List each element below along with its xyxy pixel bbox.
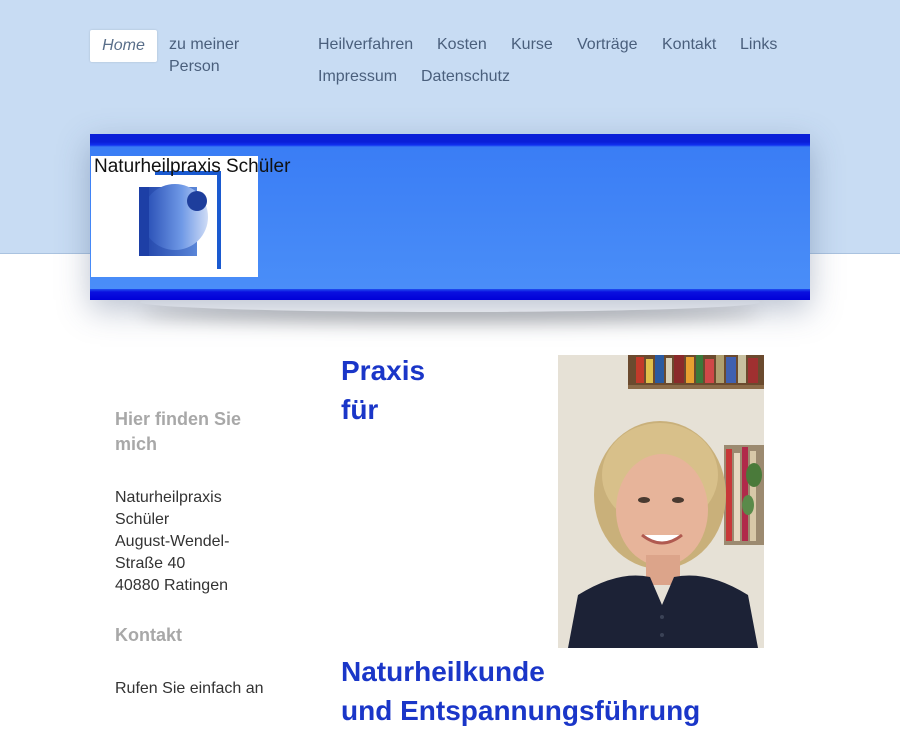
main-title-line: Praxis xyxy=(341,355,426,386)
address-line: August-Wendel- xyxy=(115,533,230,550)
sidebar-find-heading: Hier finden Sie mich xyxy=(115,407,275,457)
sidebar-address: Naturheilpraxis Schüler August-Wendel- S… xyxy=(115,487,285,597)
nav-datenschutz[interactable]: Datenschutz xyxy=(421,66,510,88)
sidebar-find-heading-line2: mich xyxy=(115,434,158,454)
nav-zu-meiner-person-line2: Person xyxy=(169,58,220,75)
nav-zu-meiner-person[interactable]: zu meiner Person xyxy=(169,34,239,78)
nav-kurse[interactable]: Kurse xyxy=(511,34,553,56)
sidebar-contact-text: Rufen Sie einfach an xyxy=(115,680,264,697)
portrait-image xyxy=(558,355,764,648)
main-title-line: und Entspannungsführung xyxy=(341,695,701,726)
sidebar-contact-heading: Kontakt xyxy=(115,625,182,645)
address-line: Straße 40 xyxy=(115,555,186,572)
header-banner-bottom-stripe xyxy=(90,289,810,300)
nav-links[interactable]: Links xyxy=(740,34,777,56)
logo-text: Naturheilpraxis Schüler xyxy=(94,156,291,177)
nav-impressum[interactable]: Impressum xyxy=(318,66,397,88)
main-title-line: Naturheilkunde xyxy=(341,656,545,687)
nav-home[interactable]: Home xyxy=(90,30,157,62)
address-line: Naturheilpraxis xyxy=(115,489,222,506)
nav-kosten[interactable]: Kosten xyxy=(437,34,487,56)
sidebar-find-heading-line1: Hier finden Sie xyxy=(115,409,242,429)
nav-zu-meiner-person-line1: zu meiner xyxy=(169,36,240,53)
nav-heilverfahren[interactable]: Heilverfahren xyxy=(318,34,413,56)
nav-kontakt[interactable]: Kontakt xyxy=(662,34,716,56)
nav-vortraege[interactable]: Vorträge xyxy=(577,34,637,56)
portrait-photo xyxy=(558,355,764,648)
address-line: Schüler xyxy=(115,511,170,528)
address-line: 40880 Ratingen xyxy=(115,577,228,594)
main-title-line: für xyxy=(341,394,379,425)
